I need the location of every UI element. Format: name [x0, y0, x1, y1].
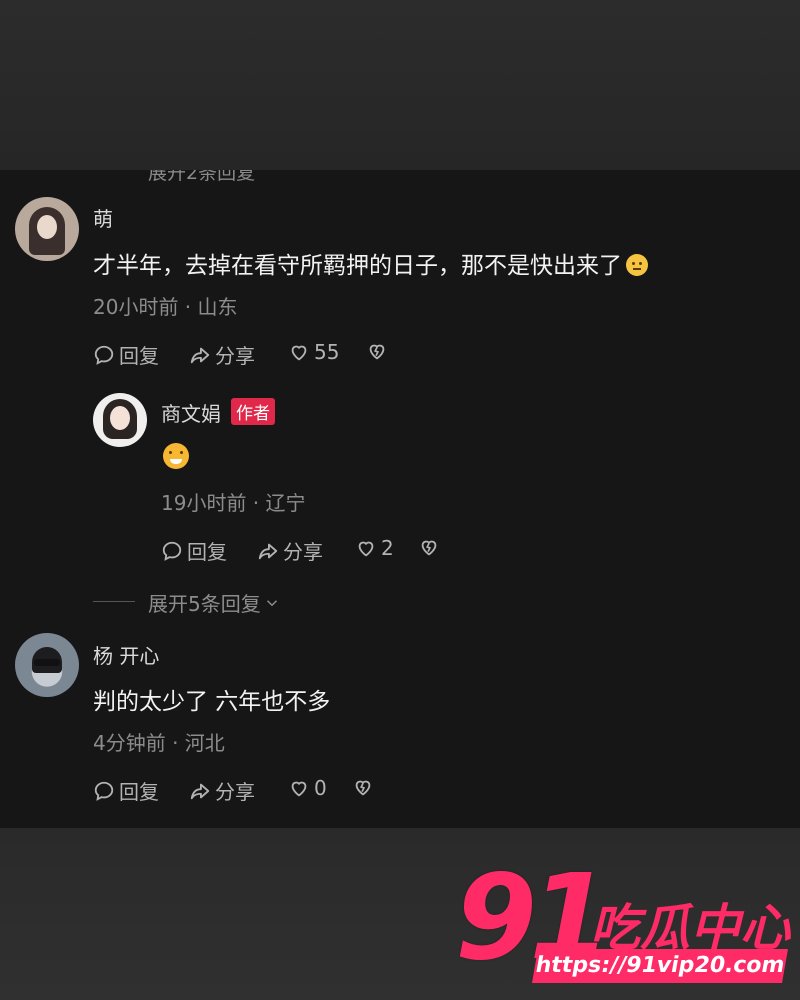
laughing-emoji-icon	[163, 443, 189, 469]
top-background	[0, 0, 800, 170]
avatar[interactable]	[15, 197, 79, 261]
username[interactable]: 商文娟 作者	[161, 398, 275, 427]
comment-text: 才半年，去掉在看守所羁押的日子，那不是快出来了	[93, 246, 648, 280]
like-button[interactable]: 2	[355, 536, 394, 560]
share-label: 分享	[283, 540, 323, 564]
dislike-button[interactable]	[352, 776, 374, 798]
expand-divider	[93, 601, 135, 602]
comment-bubble-icon	[162, 541, 182, 561]
reply-label: 回复	[119, 780, 159, 804]
comment-meta: 19小时前 · 辽宁	[161, 491, 306, 515]
comment-bubble-icon	[94, 781, 114, 801]
comment-text: 判的太少了 六年也不多	[93, 689, 331, 715]
heart-icon	[291, 781, 307, 797]
share-arrow-icon	[190, 347, 210, 363]
heart-icon	[358, 541, 374, 557]
share-button[interactable]: 分享	[257, 536, 323, 565]
awkward-emoji-icon	[626, 254, 648, 276]
avatar[interactable]	[93, 393, 147, 447]
share-arrow-icon	[258, 543, 278, 559]
share-label: 分享	[215, 344, 255, 368]
comment-body: 才半年，去掉在看守所羁押的日子，那不是快出来了	[93, 253, 622, 279]
author-badge: 作者	[231, 398, 275, 425]
like-count: 2	[381, 536, 394, 560]
expand-replies-label: 展开5条回复	[148, 592, 261, 616]
like-button[interactable]: 0	[288, 776, 327, 800]
broken-heart-icon	[355, 780, 371, 796]
reply-button[interactable]: 回复	[93, 776, 159, 805]
reply-button[interactable]: 回复	[161, 536, 227, 565]
comment-meta: 4分钟前 · 河北	[93, 731, 225, 755]
dislike-button[interactable]	[418, 536, 440, 558]
share-arrow-icon	[190, 783, 210, 799]
comment-panel: 展开2条回复 萌 才半年，去掉在看守所羁押的日子，那不是快出来了 20小时前 ·…	[0, 170, 800, 828]
reply-label: 回复	[187, 540, 227, 564]
comment-bubble-icon	[94, 345, 114, 365]
comment-meta: 20小时前 · 山东	[93, 295, 238, 319]
comment-text	[163, 443, 189, 470]
avatar[interactable]	[15, 633, 79, 697]
share-button[interactable]: 分享	[189, 776, 255, 805]
like-button[interactable]: 55	[288, 340, 339, 364]
username[interactable]: 萌	[93, 203, 113, 232]
username[interactable]: 杨 开心	[93, 640, 159, 669]
broken-heart-icon	[421, 540, 437, 556]
expand-replies-cut-text[interactable]: 展开2条回复	[148, 170, 255, 185]
reply-label: 回复	[119, 344, 159, 368]
chevron-down-icon	[266, 599, 277, 606]
reply-button[interactable]: 回复	[93, 340, 159, 369]
broken-heart-icon	[369, 344, 385, 360]
like-count: 55	[314, 340, 340, 364]
share-label: 分享	[215, 780, 255, 804]
username-text: 商文娟	[161, 402, 221, 426]
watermark-url: https://91vip20.com	[532, 949, 788, 983]
watermark-logo: 91 吃瓜中心 https://91vip20.com	[455, 858, 790, 988]
like-count: 0	[314, 776, 327, 800]
heart-icon	[291, 345, 307, 361]
share-button[interactable]: 分享	[189, 340, 255, 369]
expand-replies-button[interactable]: 展开5条回复	[148, 588, 281, 617]
dislike-button[interactable]	[366, 340, 388, 362]
